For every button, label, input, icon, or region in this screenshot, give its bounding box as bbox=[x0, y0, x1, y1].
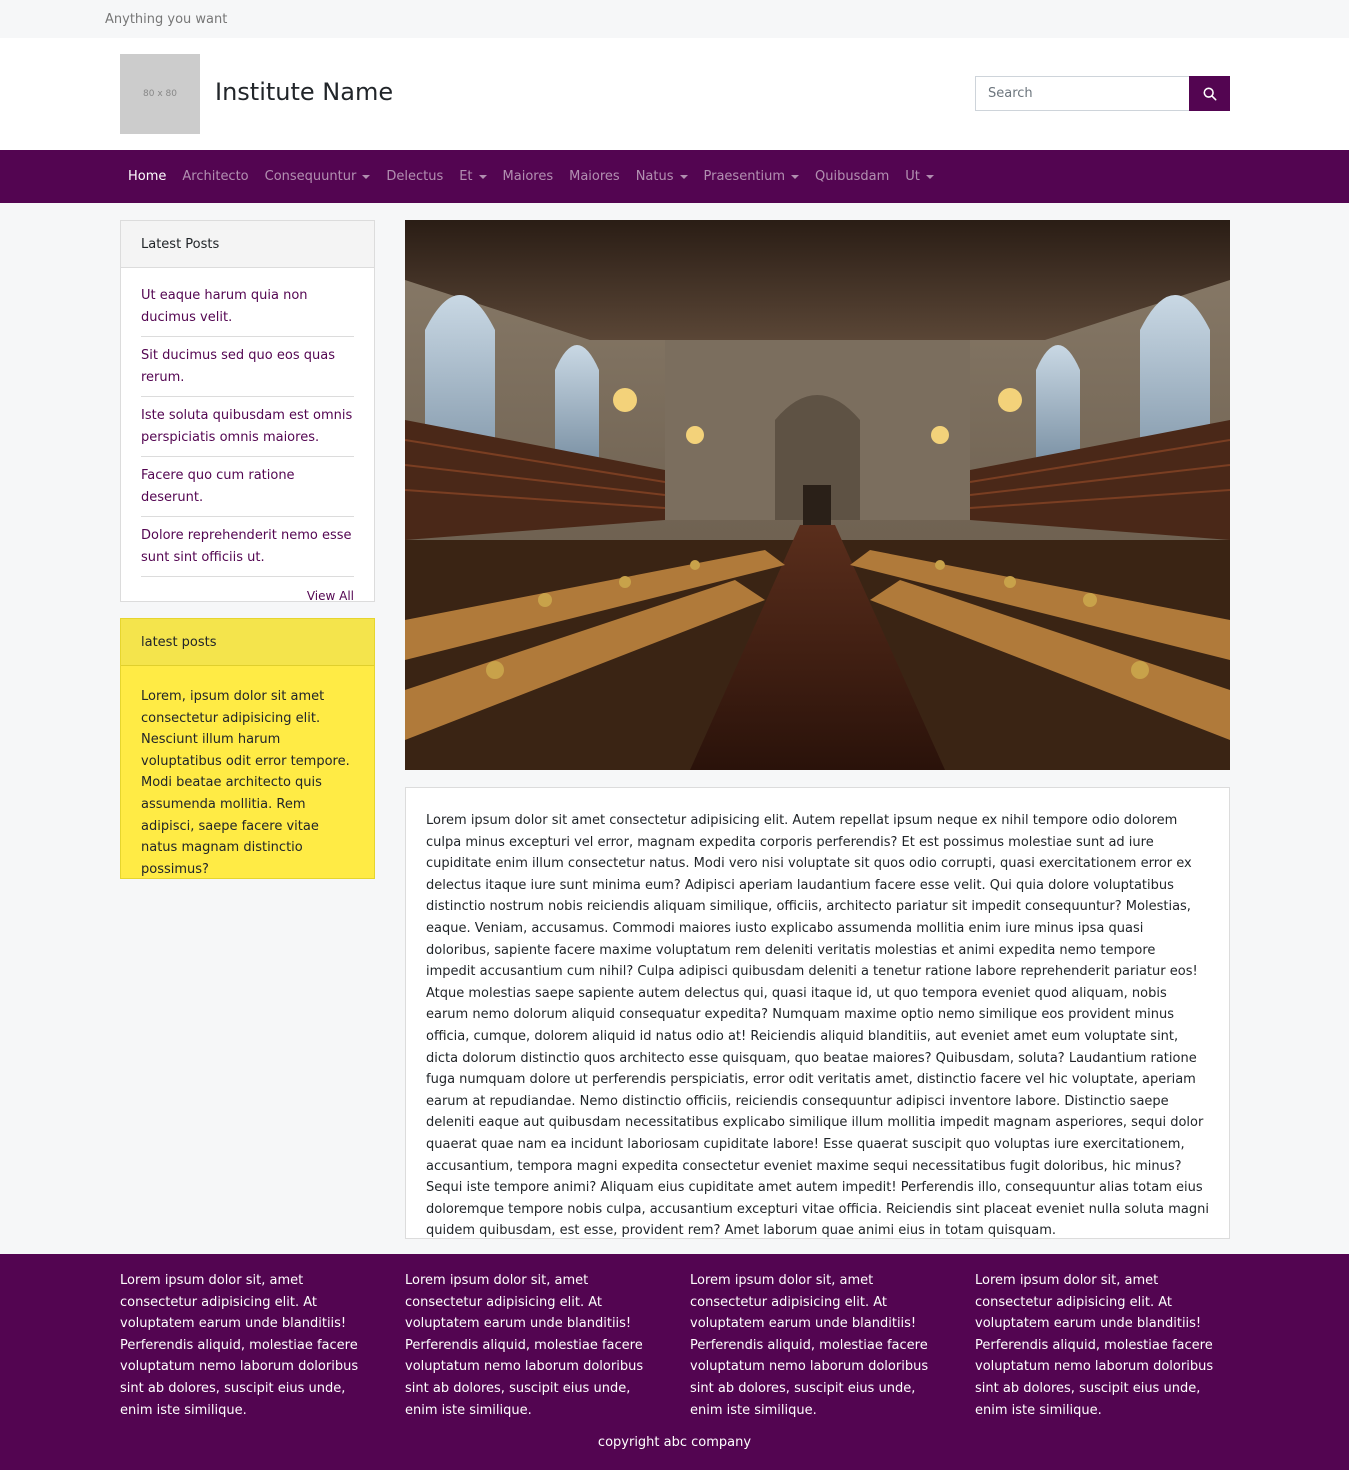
nav-item-label: Consequuntur bbox=[264, 169, 357, 184]
nav-item-natus[interactable]: Natus bbox=[628, 150, 696, 203]
search-button[interactable] bbox=[1189, 76, 1230, 111]
footer-column-text: Lorem ipsum dolor sit, amet consectetur … bbox=[405, 1273, 644, 1418]
caret-down-icon bbox=[362, 174, 371, 179]
nav-item-architecto[interactable]: Architecto bbox=[174, 150, 256, 203]
footer-column-text: Lorem ipsum dolor sit, amet consectetur … bbox=[975, 1273, 1214, 1418]
site-header: 80 x 80 Institute Name bbox=[0, 38, 1349, 150]
nav-item-maiores-2[interactable]: Maiores bbox=[561, 150, 628, 203]
footer-column-text: Lorem ipsum dolor sit, amet consectetur … bbox=[120, 1273, 359, 1418]
copyright: copyright abc company bbox=[597, 1435, 752, 1450]
nav-item-label: Delectus bbox=[386, 169, 444, 184]
view-all-link[interactable]: View All bbox=[121, 577, 374, 603]
article-card: Lorem ipsum dolor sit amet consectetur a… bbox=[405, 787, 1230, 1239]
footer-column-text: Lorem ipsum dolor sit, amet consectetur … bbox=[690, 1273, 929, 1418]
nav-item-label: Ut bbox=[905, 169, 920, 184]
nav-item-consequuntur[interactable]: Consequuntur bbox=[257, 150, 379, 203]
site-footer: Lorem ipsum dolor sit, amet consectetur … bbox=[0, 1254, 1349, 1470]
nav-item-label: Home bbox=[128, 169, 167, 184]
nav-item-maiores[interactable]: Maiores bbox=[495, 150, 562, 203]
main-content: Latest Posts Ut eaque harum quia non duc… bbox=[0, 203, 1349, 1254]
nav-item-quibusdam[interactable]: Quibusdam bbox=[807, 150, 897, 203]
nav-item-label: Architecto bbox=[182, 169, 249, 184]
latest-posts-card: Latest Posts Ut eaque harum quia non duc… bbox=[120, 220, 375, 603]
nav-item-home[interactable]: Home bbox=[120, 150, 174, 203]
article-text: Lorem ipsum dolor sit amet consectetur a… bbox=[426, 813, 1209, 1239]
latest-post-link[interactable]: Dolore reprehenderit nemo esse sunt sint… bbox=[141, 517, 354, 577]
nav-item-ut[interactable]: Ut bbox=[897, 150, 942, 203]
search-icon bbox=[1203, 87, 1216, 100]
yellow-posts-card: latest posts Lorem, ipsum dolor sit amet… bbox=[120, 618, 375, 879]
caret-down-icon bbox=[925, 174, 934, 179]
nav-item-label: Maiores bbox=[569, 169, 620, 184]
main-navbar: Home Architecto Consequuntur Delectus Et Maio… bbox=[0, 150, 1349, 203]
latest-post-link[interactable]: Sit ducimus sed quo eos quas rerum. bbox=[141, 337, 354, 397]
latest-posts-title: Latest Posts bbox=[121, 221, 374, 268]
caret-down-icon bbox=[679, 174, 688, 179]
top-bar: Anything you want bbox=[0, 0, 1349, 38]
caret-down-icon bbox=[791, 174, 800, 179]
nav-item-praesentium[interactable]: Praesentium bbox=[696, 150, 808, 203]
nav-list: Home Architecto Consequuntur Delectus Et Maio… bbox=[120, 150, 942, 203]
nav-item-label: Maiores bbox=[502, 169, 554, 184]
nav-item-label: Quibusdam bbox=[815, 169, 890, 184]
latest-post-link[interactable]: Iste soluta quibusdam est omnis perspici… bbox=[141, 397, 354, 457]
nav-item-label: Praesentium bbox=[703, 169, 786, 184]
latest-post-link[interactable]: Facere quo cum ratione deserunt. bbox=[141, 457, 354, 517]
tagline: Anything you want bbox=[105, 12, 228, 27]
caret-down-icon bbox=[478, 174, 487, 179]
search-form bbox=[975, 76, 1230, 111]
yellow-card-body: Lorem, ipsum dolor sit amet consectetur … bbox=[141, 689, 350, 877]
library-hero-image bbox=[405, 220, 1230, 770]
institute-name[interactable]: Institute Name bbox=[215, 78, 393, 106]
yellow-card-title: latest posts bbox=[121, 619, 374, 666]
nav-item-label: Natus bbox=[635, 169, 674, 184]
latest-post-link[interactable]: Ut eaque harum quia non ducimus velit. bbox=[141, 268, 354, 337]
footer-columns: Lorem ipsum dolor sit, amet consectetur … bbox=[120, 1270, 1260, 1421]
logo-placeholder-text: 80 x 80 bbox=[143, 89, 177, 99]
search-input[interactable] bbox=[975, 76, 1189, 111]
nav-item-delectus[interactable]: Delectus bbox=[378, 150, 451, 203]
nav-item-label: Et bbox=[459, 169, 473, 184]
site-logo[interactable]: 80 x 80 bbox=[120, 54, 200, 134]
latest-posts-list: Ut eaque harum quia non ducimus velit. Si… bbox=[121, 268, 374, 577]
nav-item-et[interactable]: Et bbox=[451, 150, 494, 203]
